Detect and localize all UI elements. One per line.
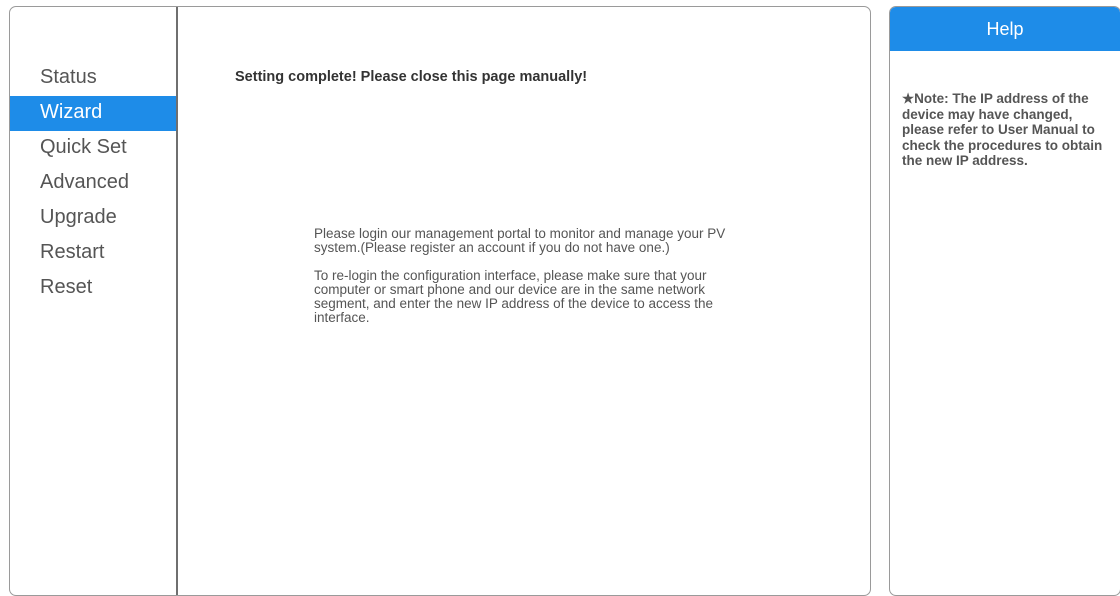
- portal-instruction: Please login our management portal to mo…: [314, 226, 726, 255]
- setting-complete-message: Setting complete! Please close this page…: [235, 69, 588, 85]
- sidebar-item-status[interactable]: Status: [10, 61, 176, 96]
- sidebar-item-restart[interactable]: Restart: [10, 236, 176, 271]
- help-title: Help: [890, 7, 1120, 51]
- sidebar-item-reset[interactable]: Reset: [10, 271, 176, 306]
- content-area: Setting complete! Please close this page…: [178, 7, 870, 595]
- help-panel: Help ★Note: The IP address of the device…: [889, 6, 1120, 596]
- sidebar-item-quick-set[interactable]: Quick Set: [10, 131, 176, 166]
- sidebar-item-wizard[interactable]: Wizard: [10, 96, 176, 131]
- sidebar-nav: Status Wizard Quick Set Advanced Upgrade…: [10, 61, 176, 306]
- sidebar: Status Wizard Quick Set Advanced Upgrade…: [10, 7, 178, 595]
- sidebar-item-advanced[interactable]: Advanced: [10, 166, 176, 201]
- instructions: Please login our management portal to mo…: [314, 227, 764, 339]
- help-note: ★Note: The IP address of the device may …: [902, 91, 1103, 168]
- sidebar-item-upgrade[interactable]: Upgrade: [10, 201, 176, 236]
- relogin-instruction: To re-login the configuration interface,…: [314, 268, 713, 325]
- main-panel: Status Wizard Quick Set Advanced Upgrade…: [9, 6, 871, 596]
